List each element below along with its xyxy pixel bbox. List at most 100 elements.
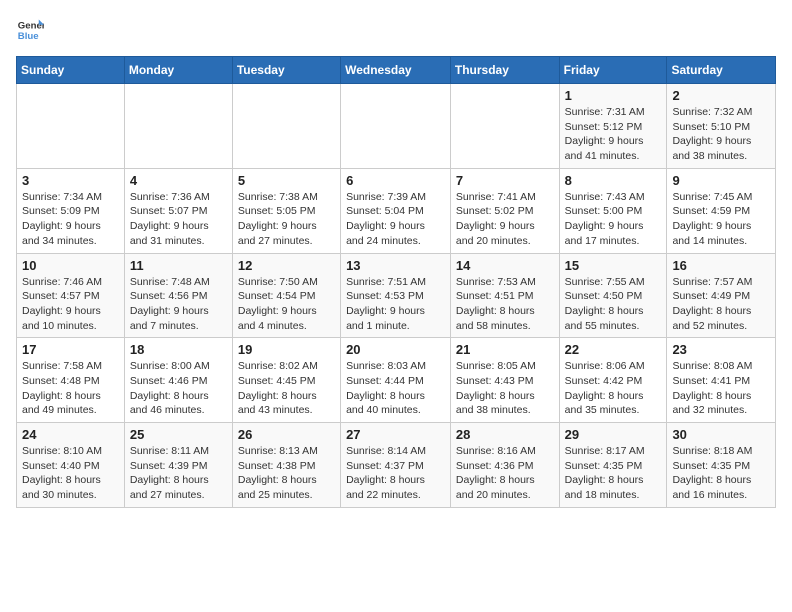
- calendar-cell: 4 Sunrise: 7:36 AM Sunset: 5:07 PM Daylig…: [124, 168, 232, 253]
- calendar-cell: 2Sunrise: 7:32 AM Sunset: 5:10 PM Daylig…: [667, 84, 776, 169]
- day-number: 29: [565, 427, 662, 442]
- calendar-cell: 28 Sunrise: 8:16 AM Sunset: 4:36 PM Dayli…: [450, 423, 559, 508]
- day-number: 27: [346, 427, 445, 442]
- calendar-cell: [232, 84, 340, 169]
- day-number: 9: [672, 173, 770, 188]
- day-info: Sunrise: 8:16 AM Sunset: 4:36 PM Dayligh…: [456, 444, 554, 503]
- day-info: Sunrise: 7:48 AM Sunset: 4:56 PM Dayligh…: [130, 275, 227, 334]
- day-info: Sunrise: 8:11 AM Sunset: 4:39 PM Dayligh…: [130, 444, 227, 503]
- calendar-cell: 18 Sunrise: 8:00 AM Sunset: 4:46 PM Dayli…: [124, 338, 232, 423]
- day-info: Sunrise: 7:51 AM Sunset: 4:53 PM Dayligh…: [346, 275, 445, 334]
- calendar-cell: 11 Sunrise: 7:48 AM Sunset: 4:56 PM Dayli…: [124, 253, 232, 338]
- logo-icon: General Blue: [16, 16, 44, 44]
- day-info: Sunrise: 7:38 AM Sunset: 5:05 PM Dayligh…: [238, 190, 335, 249]
- calendar-week-5: 24 Sunrise: 8:10 AM Sunset: 4:40 PM Dayli…: [17, 423, 776, 508]
- calendar-week-2: 3 Sunrise: 7:34 AM Sunset: 5:09 PM Daylig…: [17, 168, 776, 253]
- day-number: 5: [238, 173, 335, 188]
- day-number: 16: [672, 258, 770, 273]
- day-number: 12: [238, 258, 335, 273]
- calendar-cell: 30 Sunrise: 8:18 AM Sunset: 4:35 PM Dayli…: [667, 423, 776, 508]
- day-info: Sunrise: 8:08 AM Sunset: 4:41 PM Dayligh…: [672, 359, 770, 418]
- calendar-cell: 29 Sunrise: 8:17 AM Sunset: 4:35 PM Dayli…: [559, 423, 667, 508]
- day-info: Sunrise: 8:03 AM Sunset: 4:44 PM Dayligh…: [346, 359, 445, 418]
- day-info: Sunrise: 8:02 AM Sunset: 4:45 PM Dayligh…: [238, 359, 335, 418]
- calendar-week-4: 17 Sunrise: 7:58 AM Sunset: 4:48 PM Dayli…: [17, 338, 776, 423]
- day-info: Sunrise: 8:14 AM Sunset: 4:37 PM Dayligh…: [346, 444, 445, 503]
- calendar-cell: 5 Sunrise: 7:38 AM Sunset: 5:05 PM Daylig…: [232, 168, 340, 253]
- day-info: Sunrise: 7:55 AM Sunset: 4:50 PM Dayligh…: [565, 275, 662, 334]
- calendar-cell: 14Sunrise: 7:53 AM Sunset: 4:51 PM Dayli…: [450, 253, 559, 338]
- day-info: Sunrise: 7:58 AM Sunset: 4:48 PM Dayligh…: [22, 359, 119, 418]
- logo: General Blue: [16, 16, 44, 44]
- day-number: 1: [565, 88, 662, 103]
- day-header-wednesday: Wednesday: [341, 57, 451, 84]
- day-header-tuesday: Tuesday: [232, 57, 340, 84]
- day-info: Sunrise: 8:10 AM Sunset: 4:40 PM Dayligh…: [22, 444, 119, 503]
- calendar-cell: 24 Sunrise: 8:10 AM Sunset: 4:40 PM Dayli…: [17, 423, 125, 508]
- day-info: Sunrise: 8:06 AM Sunset: 4:42 PM Dayligh…: [565, 359, 662, 418]
- day-number: 25: [130, 427, 227, 442]
- day-number: 6: [346, 173, 445, 188]
- calendar-cell: 3 Sunrise: 7:34 AM Sunset: 5:09 PM Daylig…: [17, 168, 125, 253]
- day-info: Sunrise: 8:18 AM Sunset: 4:35 PM Dayligh…: [672, 444, 770, 503]
- day-number: 4: [130, 173, 227, 188]
- day-info: Sunrise: 8:13 AM Sunset: 4:38 PM Dayligh…: [238, 444, 335, 503]
- day-number: 20: [346, 342, 445, 357]
- calendar-cell: 23Sunrise: 8:08 AM Sunset: 4:41 PM Dayli…: [667, 338, 776, 423]
- day-number: 19: [238, 342, 335, 357]
- day-number: 3: [22, 173, 119, 188]
- calendar-cell: 15 Sunrise: 7:55 AM Sunset: 4:50 PM Dayli…: [559, 253, 667, 338]
- day-number: 8: [565, 173, 662, 188]
- day-info: Sunrise: 7:57 AM Sunset: 4:49 PM Dayligh…: [672, 275, 770, 334]
- day-info: Sunrise: 7:50 AM Sunset: 4:54 PM Dayligh…: [238, 275, 335, 334]
- calendar-cell: 9 Sunrise: 7:45 AM Sunset: 4:59 PM Daylig…: [667, 168, 776, 253]
- day-info: Sunrise: 7:53 AM Sunset: 4:51 PM Dayligh…: [456, 275, 554, 334]
- calendar-cell: 6 Sunrise: 7:39 AM Sunset: 5:04 PM Daylig…: [341, 168, 451, 253]
- calendar-header-row: SundayMondayTuesdayWednesdayThursdayFrid…: [17, 57, 776, 84]
- calendar-cell: [124, 84, 232, 169]
- calendar-cell: 19 Sunrise: 8:02 AM Sunset: 4:45 PM Dayli…: [232, 338, 340, 423]
- day-number: 15: [565, 258, 662, 273]
- calendar-cell: 7 Sunrise: 7:41 AM Sunset: 5:02 PM Daylig…: [450, 168, 559, 253]
- calendar-cell: 27 Sunrise: 8:14 AM Sunset: 4:37 PM Dayli…: [341, 423, 451, 508]
- calendar-cell: 26 Sunrise: 8:13 AM Sunset: 4:38 PM Dayli…: [232, 423, 340, 508]
- calendar-cell: 1Sunrise: 7:31 AM Sunset: 5:12 PM Daylig…: [559, 84, 667, 169]
- day-number: 26: [238, 427, 335, 442]
- day-info: Sunrise: 7:41 AM Sunset: 5:02 PM Dayligh…: [456, 190, 554, 249]
- calendar-table: SundayMondayTuesdayWednesdayThursdayFrid…: [16, 56, 776, 508]
- day-number: 11: [130, 258, 227, 273]
- calendar-cell: [450, 84, 559, 169]
- day-info: Sunrise: 8:00 AM Sunset: 4:46 PM Dayligh…: [130, 359, 227, 418]
- calendar-cell: [341, 84, 451, 169]
- day-info: Sunrise: 7:36 AM Sunset: 5:07 PM Dayligh…: [130, 190, 227, 249]
- calendar-cell: 22 Sunrise: 8:06 AM Sunset: 4:42 PM Dayli…: [559, 338, 667, 423]
- day-number: 24: [22, 427, 119, 442]
- calendar-cell: 10Sunrise: 7:46 AM Sunset: 4:57 PM Dayli…: [17, 253, 125, 338]
- day-info: Sunrise: 7:39 AM Sunset: 5:04 PM Dayligh…: [346, 190, 445, 249]
- day-number: 7: [456, 173, 554, 188]
- day-number: 17: [22, 342, 119, 357]
- day-number: 18: [130, 342, 227, 357]
- day-number: 30: [672, 427, 770, 442]
- day-header-friday: Friday: [559, 57, 667, 84]
- day-number: 22: [565, 342, 662, 357]
- day-info: Sunrise: 7:34 AM Sunset: 5:09 PM Dayligh…: [22, 190, 119, 249]
- calendar-cell: 13Sunrise: 7:51 AM Sunset: 4:53 PM Dayli…: [341, 253, 451, 338]
- calendar-cell: 25 Sunrise: 8:11 AM Sunset: 4:39 PM Dayli…: [124, 423, 232, 508]
- calendar-cell: 20 Sunrise: 8:03 AM Sunset: 4:44 PM Dayli…: [341, 338, 451, 423]
- day-info: Sunrise: 7:45 AM Sunset: 4:59 PM Dayligh…: [672, 190, 770, 249]
- calendar-cell: 16 Sunrise: 7:57 AM Sunset: 4:49 PM Dayli…: [667, 253, 776, 338]
- calendar-cell: 12 Sunrise: 7:50 AM Sunset: 4:54 PM Dayli…: [232, 253, 340, 338]
- day-number: 2: [672, 88, 770, 103]
- day-info: Sunrise: 8:05 AM Sunset: 4:43 PM Dayligh…: [456, 359, 554, 418]
- day-number: 21: [456, 342, 554, 357]
- calendar-week-3: 10Sunrise: 7:46 AM Sunset: 4:57 PM Dayli…: [17, 253, 776, 338]
- day-header-monday: Monday: [124, 57, 232, 84]
- day-header-thursday: Thursday: [450, 57, 559, 84]
- day-info: Sunrise: 8:17 AM Sunset: 4:35 PM Dayligh…: [565, 444, 662, 503]
- calendar-cell: 21 Sunrise: 8:05 AM Sunset: 4:43 PM Dayli…: [450, 338, 559, 423]
- day-header-sunday: Sunday: [17, 57, 125, 84]
- day-number: 28: [456, 427, 554, 442]
- day-number: 10: [22, 258, 119, 273]
- calendar-cell: [17, 84, 125, 169]
